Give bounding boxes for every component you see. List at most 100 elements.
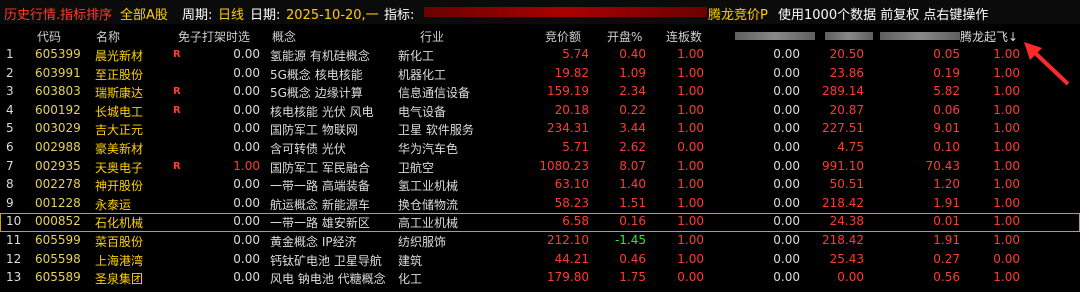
col-a-value: 0.00 xyxy=(773,65,800,80)
tenglong-value: 1.00 xyxy=(993,47,1020,61)
open-value: 0.16 xyxy=(619,214,646,229)
tenglong-value: 1.00 xyxy=(993,195,1020,210)
open-value: 1.40 xyxy=(619,177,646,192)
stock-code: 603991 xyxy=(35,65,81,80)
col-open[interactable]: 开盘% xyxy=(607,28,642,45)
tenglong-value: 1.00 xyxy=(993,232,1020,247)
f1-value: 0.00 xyxy=(233,102,260,117)
col-b-value: 0.00 xyxy=(837,270,864,285)
col-lianban[interactable]: 连板数 xyxy=(666,28,702,45)
stock-name: 石化机械 xyxy=(95,216,144,231)
col-name[interactable]: 名称 xyxy=(96,28,120,45)
indicator-value[interactable]: 腾龙竞价P xyxy=(708,4,768,23)
period-value[interactable]: 日线 xyxy=(218,4,244,23)
redacted-formula xyxy=(424,7,707,17)
stock-name: 上海港湾 xyxy=(95,253,144,268)
col-c-value: 0.05 xyxy=(933,47,960,61)
table-row[interactable]: 3 603803 瑞斯康达 R 0.00 5G概念 边缘计算 信息通信设备 159.19 2.3… xyxy=(0,83,1080,102)
lianban-value: 1.00 xyxy=(677,214,704,229)
col-c-value: 0.56 xyxy=(933,270,960,285)
concept-text: 5G概念 边缘计算 xyxy=(270,86,363,101)
f1-value: 0.00 xyxy=(233,84,260,99)
f1-value: 1.00 xyxy=(233,158,260,173)
col-c-value: 5.82 xyxy=(933,84,960,99)
col-industry[interactable]: 行业 xyxy=(420,28,444,45)
table-row[interactable]: 10 000852 石化机械 0.00 一带一路 雄安新区 高工业机械 6.58 0.16 1.… xyxy=(0,213,1080,232)
col-a-value: 0.00 xyxy=(773,121,800,136)
stock-name: 天奥电子 xyxy=(95,160,144,175)
col-a-value: 0.00 xyxy=(773,158,800,173)
table-row[interactable]: 11 605599 菜百股份 0.00 黄金概念 IP经济 纺织服饰 212.10 -1.45… xyxy=(0,232,1080,251)
col-tenglong[interactable]: 腾龙起飞↓ xyxy=(960,28,1018,45)
stock-name: 至正股份 xyxy=(95,67,144,82)
lianban-value: 1.00 xyxy=(677,177,704,192)
table-row[interactable]: 2 603991 至正股份 0.00 5G概念 核电核能 机器化工 19.82 1.09 1.0… xyxy=(0,65,1080,84)
f1-value: 0.00 xyxy=(233,65,260,80)
col-a-value: 0.00 xyxy=(773,251,800,266)
concept-text: 含可转债 光伏 xyxy=(270,141,346,156)
industry-text: 新化工 xyxy=(398,49,435,63)
table-row[interactable]: 8 002278 神开股份 0.00 一带一路 高端装备 氢工业机械 63.10 1.40 1.… xyxy=(0,176,1080,195)
date-label: 日期: xyxy=(250,8,281,23)
lianban-value: 0.00 xyxy=(677,139,704,154)
table-row[interactable]: 7 002935 天奥电子 R 1.00 国防军工 军民融合 卫航空 1080.23 8.07 1… xyxy=(0,158,1080,177)
date-value[interactable]: 2025-10-20,一 xyxy=(286,4,379,23)
col-b-value: 24.38 xyxy=(829,214,864,229)
row-index: 12 xyxy=(6,251,22,266)
redacted-col-c xyxy=(880,32,960,40)
table-row[interactable]: 1 605399 晨光新材 R 0.00 氢能源 有机硅概念 新化工 5.74 0.40 1.00… xyxy=(0,46,1080,65)
lianban-value: 0.00 xyxy=(677,270,704,285)
scope-label[interactable]: 全部A股 xyxy=(120,4,168,23)
row-index: 4 xyxy=(6,102,14,117)
col-b-value: 50.51 xyxy=(829,177,864,192)
table-row[interactable]: 5 003029 吉大正元 0.00 国防军工 物联网 卫星 软件服务 234.31 3.44… xyxy=(0,120,1080,139)
col-price[interactable]: 竞价额 xyxy=(545,28,581,45)
price-value: 6.58 xyxy=(562,214,589,229)
stock-code: 605599 xyxy=(35,232,81,247)
stock-code: 000852 xyxy=(35,214,81,229)
table-row[interactable]: 4 600192 长城电工 R 0.00 核电核能 光伏 风电 电气设备 20.18 0.22 1… xyxy=(0,102,1080,121)
col-b-value: 991.10 xyxy=(822,158,864,173)
lianban-value: 1.00 xyxy=(677,121,704,136)
col-b-value: 25.43 xyxy=(829,251,864,266)
tenglong-value: 1.00 xyxy=(993,270,1020,285)
redacted-col-a xyxy=(735,32,815,40)
table-row[interactable]: 13 605589 圣泉集团 0.00 风电 钠电池 代糖概念 化工 179.80 1.75 0… xyxy=(0,269,1080,288)
period-label: 周期: xyxy=(182,8,213,23)
col-b-value: 227.51 xyxy=(822,121,864,136)
col-c-value: 0.06 xyxy=(933,102,960,117)
industry-text: 化工 xyxy=(398,272,423,287)
stock-code: 605589 xyxy=(35,270,81,285)
history-label[interactable]: 历史行情.指标排序 xyxy=(4,4,112,23)
industry-text: 卫航空 xyxy=(398,160,435,175)
col-concept[interactable]: 概念 xyxy=(272,28,296,45)
industry-text: 纺织服饰 xyxy=(398,234,447,249)
lianban-value: 1.00 xyxy=(677,232,704,247)
industry-text: 氢工业机械 xyxy=(398,179,459,194)
table-row[interactable]: 12 605598 上海港湾 0.00 钙钛矿电池 卫星导航 建筑 44.21 0.46 1.0… xyxy=(0,251,1080,270)
industry-text: 机器化工 xyxy=(398,67,447,82)
col-c-value: 0.01 xyxy=(933,214,960,229)
col-f1[interactable]: 免子打架时选 xyxy=(178,28,250,45)
col-code[interactable]: 代码 xyxy=(37,28,61,45)
stock-name: 豪美新材 xyxy=(95,141,144,156)
table-row[interactable]: 6 002988 豪美新材 0.00 含可转债 光伏 华为汽车色 5.71 2.62 0.00 0… xyxy=(0,139,1080,158)
tenglong-value: 1.00 xyxy=(993,121,1020,136)
row-index: 9 xyxy=(6,195,14,210)
col-c-value: 0.27 xyxy=(933,251,960,266)
industry-text: 换仓储物流 xyxy=(398,197,459,212)
table-row[interactable]: 9 001228 永泰运 0.00 航运概念 新能源车 换仓储物流 58.23 1.51 1.0… xyxy=(0,195,1080,214)
concept-text: 国防军工 军民融合 xyxy=(270,160,370,175)
hint-text: 使用1000个数据 前复权 点右键操作 xyxy=(778,8,989,23)
f1-value: 0.00 xyxy=(233,214,260,229)
row-index: 13 xyxy=(6,270,22,285)
stock-name: 圣泉集团 xyxy=(95,272,144,287)
r-flag: R xyxy=(173,49,181,60)
price-value: 44.21 xyxy=(554,251,589,266)
col-b-value: 20.87 xyxy=(829,102,864,117)
row-index: 10 xyxy=(6,214,22,229)
row-index: 11 xyxy=(6,232,22,247)
title-bar: 历史行情.指标排序 全部A股 周期: 日线 日期: 2025-10-20,一 指… xyxy=(0,0,1080,25)
concept-text: 国防军工 物联网 xyxy=(270,123,358,138)
stock-code: 002935 xyxy=(35,158,81,173)
